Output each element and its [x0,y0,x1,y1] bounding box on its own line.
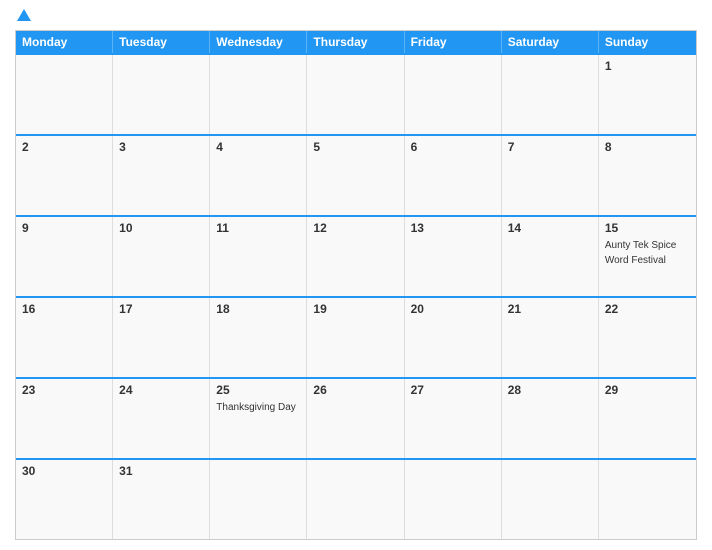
day-cell-3-5: 13 [405,217,502,296]
day-cell-1-7: 1 [599,55,696,134]
day-header-saturday: Saturday [502,31,599,53]
week-row-2: 2345678 [16,134,696,215]
day-number: 6 [411,140,495,154]
logo [15,10,31,22]
week-row-1: 1 [16,53,696,134]
day-number: 5 [313,140,397,154]
day-cell-2-7: 8 [599,136,696,215]
day-cell-6-4 [307,460,404,539]
day-number: 17 [119,302,203,316]
day-number: 31 [119,464,203,478]
day-cell-5-5: 27 [405,379,502,458]
day-cell-3-4: 12 [307,217,404,296]
week-row-5: 23 24 25 Thanksgiving Day 26 27 28 29 [16,377,696,458]
event-text: Aunty Tek Spice Word Festival [605,240,677,266]
week-row-3: 9 10 11 12 13 14 15 Aunty Tek Spice Word Festiv… [16,215,696,296]
day-number: 4 [216,140,300,154]
day-cell-3-3: 11 [210,217,307,296]
day-number: 25 [216,383,300,397]
day-header-monday: Monday [16,31,113,53]
day-cell-3-1: 9 [16,217,113,296]
day-number: 18 [216,302,300,316]
weeks: 123456789101112131415Aunty Tek Spice Wor… [16,53,696,539]
day-number: 21 [508,302,592,316]
day-cell-1-1 [16,55,113,134]
day-header-friday: Friday [405,31,502,53]
day-header-tuesday: Tuesday [113,31,210,53]
day-number: 27 [411,383,495,397]
day-cell-3-6: 14 [502,217,599,296]
calendar-page: Monday Tuesday Wednesday Thursday Friday… [0,0,712,550]
day-cell-2-1: 2 [16,136,113,215]
day-cell-6-6 [502,460,599,539]
day-cell-1-2 [113,55,210,134]
day-cell-4-4: 19 [307,298,404,377]
day-number: 24 [119,383,203,397]
day-header-wednesday: Wednesday [210,31,307,53]
day-cell-3-7: 15 Aunty Tek Spice Word Festival [599,217,696,296]
day-cell-6-7 [599,460,696,539]
day-cell-2-6: 7 [502,136,599,215]
day-cell-5-3: 25 Thanksgiving Day [210,379,307,458]
day-number: 7 [508,140,592,154]
day-cell-4-1: 16 [16,298,113,377]
day-cell-4-5: 20 [405,298,502,377]
day-cell-1-5 [405,55,502,134]
calendar: Monday Tuesday Wednesday Thursday Friday… [15,30,697,540]
day-cell-4-2: 17 [113,298,210,377]
day-number: 15 [605,221,690,235]
day-header-sunday: Sunday [599,31,696,53]
day-cell-6-1: 30 [16,460,113,539]
day-cell-2-2: 3 [113,136,210,215]
day-number: 19 [313,302,397,316]
day-number: 28 [508,383,592,397]
day-cell-2-4: 5 [307,136,404,215]
day-number: 22 [605,302,690,316]
day-cell-2-5: 6 [405,136,502,215]
day-number: 8 [605,140,690,154]
day-number: 2 [22,140,106,154]
day-number: 16 [22,302,106,316]
day-cell-1-6 [502,55,599,134]
day-cell-3-2: 10 [113,217,210,296]
day-cell-6-2: 31 [113,460,210,539]
event-text: Thanksgiving Day [216,402,295,413]
week-row-4: 16 17 18 19 20 21 22 [16,296,696,377]
day-cell-1-4 [307,55,404,134]
day-number: 12 [313,221,397,235]
day-cell-5-6: 28 [502,379,599,458]
day-cell-4-7: 22 [599,298,696,377]
day-number: 20 [411,302,495,316]
day-number: 11 [216,221,300,235]
day-cell-5-1: 23 [16,379,113,458]
day-number: 1 [605,59,690,73]
day-header-thursday: Thursday [307,31,404,53]
day-number: 9 [22,221,106,235]
day-cell-1-3 [210,55,307,134]
day-cell-5-4: 26 [307,379,404,458]
day-number: 29 [605,383,690,397]
day-cell-5-7: 29 [599,379,696,458]
day-cell-6-3 [210,460,307,539]
day-number: 13 [411,221,495,235]
day-cell-5-2: 24 [113,379,210,458]
day-cell-4-6: 21 [502,298,599,377]
day-number: 3 [119,140,203,154]
day-number: 14 [508,221,592,235]
day-cell-4-3: 18 [210,298,307,377]
day-number: 10 [119,221,203,235]
day-number: 26 [313,383,397,397]
day-cell-6-5 [405,460,502,539]
logo-triangle-icon [17,9,31,21]
day-cell-2-3: 4 [210,136,307,215]
day-headers: Monday Tuesday Wednesday Thursday Friday… [16,31,696,53]
day-number: 23 [22,383,106,397]
day-number: 30 [22,464,106,478]
week-row-6: 30 31 [16,458,696,539]
header [15,10,697,22]
